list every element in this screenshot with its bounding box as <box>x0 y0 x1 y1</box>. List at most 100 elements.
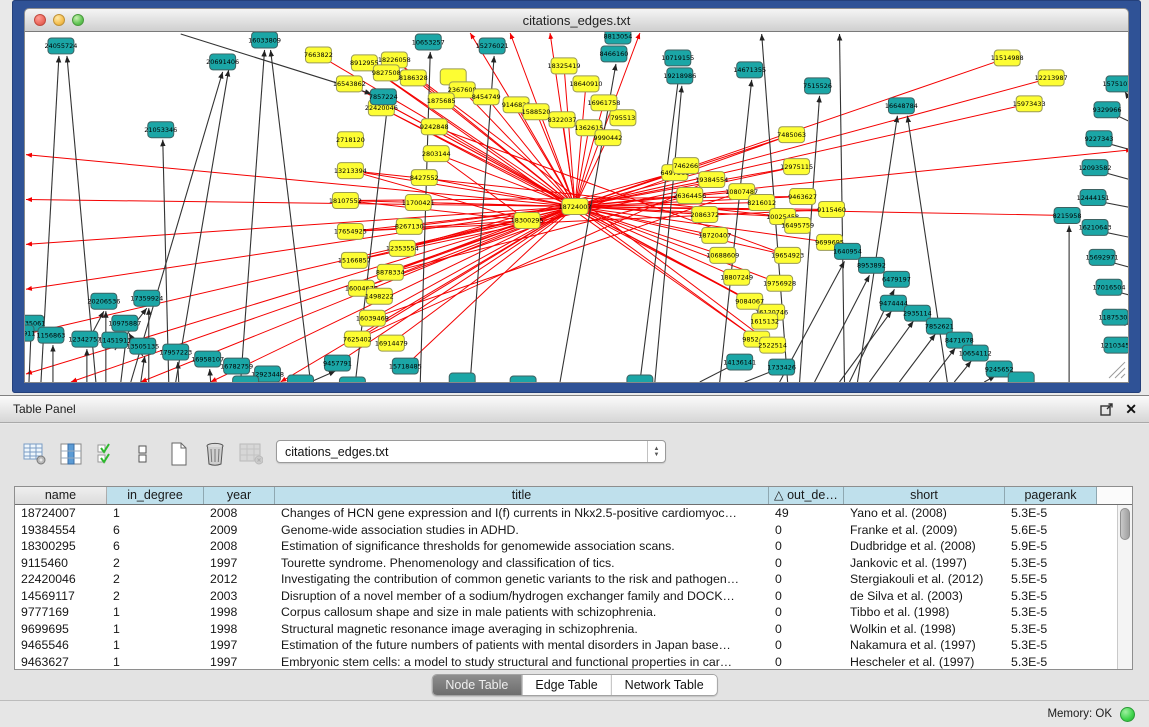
graph-node[interactable]: 16648784 <box>885 98 918 114</box>
graph-node[interactable]: 16210643 <box>1079 219 1112 235</box>
graph-node[interactable]: 24055724 <box>44 38 77 54</box>
graph-node[interactable]: 18325419 <box>548 58 581 74</box>
graph-node[interactable]: 14671355 <box>733 62 766 78</box>
graph-node[interactable]: 7515526 <box>803 78 832 94</box>
column-header-year[interactable]: year <box>204 487 275 504</box>
graph-node[interactable]: 8813054 <box>604 32 633 44</box>
delete-table-icon[interactable] <box>202 442 227 465</box>
graph-node[interactable]: 16033809 <box>248 32 281 48</box>
graph-node[interactable]: 8215958 <box>1053 207 1082 223</box>
graph-node[interactable]: 15718485 <box>389 358 422 374</box>
table-row[interactable]: 1938455462009Genome-wide association stu… <box>15 522 1132 539</box>
graph-node[interactable] <box>627 375 653 382</box>
column-header-short[interactable]: short <box>844 487 1005 504</box>
citation-network-graph[interactable]: 1872400718300295766382289129551822605898… <box>25 32 1128 382</box>
column-header-in_degree[interactable]: in_degree <box>107 487 204 504</box>
graph-node[interactable]: 13505135 <box>126 338 159 354</box>
minimize-icon[interactable] <box>53 14 65 26</box>
graph-node[interactable]: 8878334 <box>376 264 405 280</box>
graph-node[interactable]: 10654112 <box>959 345 992 361</box>
table-row[interactable]: 977716911998Corpus callosum shape and si… <box>15 604 1132 621</box>
graph-node[interactable]: 12975115 <box>780 159 813 175</box>
graph-node[interactable]: 12444151 <box>1077 190 1110 206</box>
graph-node[interactable]: 17654925 <box>334 223 367 239</box>
graph-node[interactable]: 16961758 <box>587 95 620 111</box>
graph-node[interactable]: 9457791 <box>323 355 352 371</box>
graph-node[interactable] <box>1008 372 1034 382</box>
resize-grip-icon[interactable] <box>1109 362 1125 378</box>
graph-node[interactable]: 10653257 <box>412 34 445 50</box>
graph-node[interactable]: 3915911 <box>25 325 35 341</box>
graph-node[interactable]: 2086372 <box>690 207 719 223</box>
graph-node[interactable]: 8953892 <box>857 257 886 273</box>
graph-node[interactable]: 18300295 <box>511 212 544 228</box>
network-window-titlebar[interactable]: citations_edges.txt <box>24 8 1129 32</box>
graph-node[interactable]: 9245012 <box>231 376 260 382</box>
graph-node[interactable]: 19756928 <box>763 275 796 291</box>
graph-node[interactable]: 21053346 <box>144 122 177 138</box>
graph-node[interactable]: 15276021 <box>476 38 509 54</box>
graph-node[interactable]: 16543862 <box>333 76 366 92</box>
graph-node[interactable]: 17016504 <box>1093 279 1126 295</box>
graph-node[interactable]: 795513 <box>610 110 636 126</box>
tab-network-table[interactable]: Network Table <box>611 675 717 695</box>
graph-node[interactable]: 8216012 <box>747 195 776 211</box>
zoom-icon[interactable] <box>72 14 84 26</box>
graph-node[interactable]: 746266 <box>673 158 699 174</box>
graph-node[interactable]: 1640954 <box>833 243 862 259</box>
graph-node[interactable]: 9463627 <box>788 189 817 205</box>
graph-node[interactable]: 19218986 <box>663 68 696 84</box>
graph-node[interactable]: 19654923 <box>771 247 804 263</box>
graph-node[interactable]: 1875685 <box>427 93 456 109</box>
graph-node[interactable]: 1156863 <box>37 327 66 343</box>
graph-node[interactable]: 9827508 <box>372 65 401 81</box>
graph-node[interactable]: 19384554 <box>695 172 728 188</box>
graph-node[interactable]: 12353554 <box>386 240 419 256</box>
graph-node[interactable]: 12093582 <box>1079 160 1112 176</box>
graph-node[interactable]: 18107552 <box>329 193 362 209</box>
graph-node[interactable]: 15166857 <box>338 252 371 268</box>
graph-node[interactable]: 8427552 <box>410 170 439 186</box>
column-header-pagerank[interactable]: pagerank <box>1005 487 1097 504</box>
graph-node[interactable]: 7663822 <box>304 47 333 63</box>
graph-node[interactable] <box>288 375 314 382</box>
graph-node[interactable]: 11700421 <box>402 195 435 211</box>
table-row[interactable]: 1456911722003Disruption of a novel membe… <box>15 588 1132 605</box>
table-mode-icon[interactable] <box>22 442 47 465</box>
graph-node[interactable]: 18807249 <box>720 269 753 285</box>
table-row[interactable]: 1872400712008Changes of HCN gene express… <box>15 505 1132 522</box>
graph-node[interactable]: 18720407 <box>698 227 731 243</box>
graph-node[interactable]: 7857224 <box>369 89 398 105</box>
graph-node[interactable] <box>510 376 536 382</box>
graph-node[interactable]: 16039469 <box>356 310 389 326</box>
column-header-name[interactable]: name <box>15 487 107 504</box>
table-row[interactable]: 969969511998Structural magnetic resonanc… <box>15 621 1132 638</box>
graph-node[interactable]: 7485063 <box>777 127 806 143</box>
row-selector-icon[interactable] <box>130 442 155 465</box>
graph-node[interactable]: 18724007 <box>559 199 592 215</box>
graph-node[interactable]: 17359924 <box>130 290 163 306</box>
dropdown-stepper-icon[interactable]: ▲▼ <box>647 441 665 462</box>
graph-node[interactable]: 6479197 <box>882 271 911 287</box>
graph-node[interactable]: 9329966 <box>1093 102 1122 118</box>
graph-node[interactable]: 9990442 <box>594 130 623 146</box>
graph-node[interactable]: 1733426 <box>767 359 796 375</box>
table-selector-dropdown[interactable]: citations_edges.txt ▲▼ <box>276 440 666 463</box>
select-columns-icon[interactable] <box>58 442 83 465</box>
table-row[interactable]: 911546021997Tourette syndrome. Phenomeno… <box>15 555 1132 572</box>
graph-node[interactable]: 8267130 <box>395 218 424 234</box>
tab-edge-table[interactable]: Edge Table <box>521 675 610 695</box>
graph-node[interactable]: 9115460 <box>817 202 846 218</box>
graph-node[interactable] <box>449 373 475 382</box>
graph-node[interactable]: 26364456 <box>673 188 706 204</box>
graph-node[interactable]: 8186328 <box>399 70 428 86</box>
graph-node[interactable]: 18640910 <box>570 76 603 92</box>
graph-node[interactable]: 12342757 <box>68 331 101 347</box>
graph-node[interactable]: 16782759 <box>220 358 253 374</box>
graph-node[interactable]: 12103454 <box>1101 337 1128 353</box>
graph-node[interactable]: 20206536 <box>87 293 120 309</box>
graph-node[interactable]: 8466160 <box>600 46 629 62</box>
graph-node[interactable]: 8454749 <box>472 89 501 105</box>
graph-node[interactable]: 16495759 <box>781 217 814 233</box>
graph-node[interactable]: 2718120 <box>336 132 365 148</box>
